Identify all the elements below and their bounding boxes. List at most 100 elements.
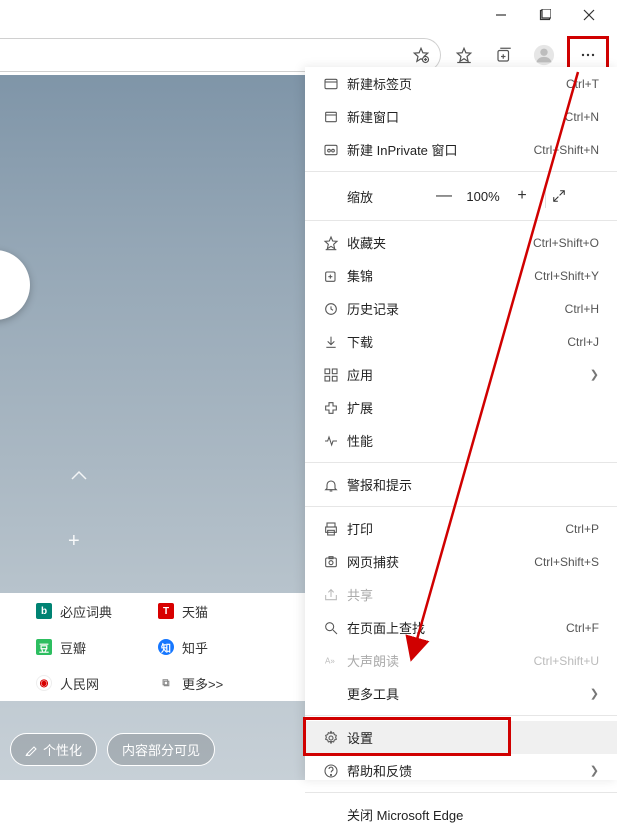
menu-item-help[interactable]: 帮助和反馈 ❯ — [305, 754, 617, 787]
menu-item-shortcut: Ctrl+Shift+O — [533, 236, 599, 250]
link-label: 更多>> — [182, 674, 223, 693]
menu-item-tab[interactable]: 新建标签页Ctrl+T — [305, 67, 617, 100]
zoom-in-button[interactable]: + — [505, 187, 539, 205]
menu-item-label: 打印 — [347, 519, 565, 538]
menu-item-item0[interactable]: 关闭 Microsoft Edge — [305, 798, 617, 831]
menu-separator — [305, 462, 617, 463]
menu-separator — [305, 220, 617, 221]
menu-item-shortcut: Ctrl+Shift+S — [534, 555, 599, 569]
menu-item-label: 大声朗读 — [347, 651, 534, 670]
zoom-control: 缩放 — 100% + — [305, 177, 617, 215]
personalize-button[interactable]: 个性化 — [10, 733, 97, 766]
share-icon — [323, 587, 347, 603]
capture-icon — [323, 554, 347, 570]
menu-item-apps[interactable]: 应用❯ — [305, 358, 617, 391]
ext-icon — [323, 400, 347, 416]
tab-icon — [323, 76, 347, 92]
pencil-icon — [25, 744, 37, 756]
quick-links-panel: b必应词典 T天猫 豆豆瓣 知知乎 ◉ 人民网 ⧉更多>> — [0, 593, 305, 701]
menu-item-gear[interactable]: 设置 — [305, 721, 617, 754]
close-button[interactable] — [579, 5, 599, 25]
link-zhihu[interactable]: 知知乎 — [152, 638, 208, 657]
link-douban[interactable]: 豆豆瓣 — [0, 638, 152, 657]
menu-item-label: 收藏夹 — [347, 233, 533, 252]
menu-item-shortcut: Ctrl+T — [566, 77, 599, 91]
menu-item-print[interactable]: 打印Ctrl+P — [305, 512, 617, 545]
print-icon — [323, 521, 347, 537]
help-icon — [323, 763, 347, 779]
renmin-icon: ◉ — [36, 675, 52, 691]
menu-item-label: 网页捕获 — [347, 552, 534, 571]
menu-item-history[interactable]: 历史记录Ctrl+H — [305, 292, 617, 325]
minimize-button[interactable] — [491, 5, 511, 25]
link-renmin[interactable]: ◉ 人民网 — [0, 674, 152, 693]
menu-item-shortcut: Ctrl+H — [565, 302, 599, 316]
link-more[interactable]: ⧉更多>> — [152, 674, 223, 693]
menu-item-shortcut: Ctrl+Shift+Y — [534, 269, 599, 283]
inprivate-icon — [323, 142, 347, 158]
maximize-button[interactable] — [535, 5, 555, 25]
zoom-out-button[interactable]: — — [427, 187, 461, 205]
fullscreen-button[interactable] — [552, 189, 580, 203]
menu-item-capture[interactable]: 网页捕获Ctrl+Shift+S — [305, 545, 617, 578]
find-icon — [323, 620, 347, 636]
menu-item-label: 警报和提示 — [347, 475, 599, 494]
circular-button[interactable] — [0, 250, 30, 320]
link-label: 人民网 — [60, 674, 99, 693]
menu-item-label: 新建窗口 — [347, 107, 565, 126]
link-tmall[interactable]: T天猫 — [152, 602, 208, 621]
more-menu-button[interactable] — [579, 46, 597, 64]
menu-item-ext[interactable]: 扩展 — [305, 391, 617, 424]
menu-item-label: 帮助和反馈 — [347, 761, 584, 780]
chevron-up-icon[interactable] — [70, 469, 88, 481]
menu-item-perf[interactable]: 性能 — [305, 424, 617, 457]
menu-item-shortcut: Ctrl+P — [565, 522, 599, 536]
menu-item-share: 共享 — [305, 578, 617, 611]
window-icon — [323, 109, 347, 125]
link-label: 豆瓣 — [60, 638, 86, 657]
zoom-percent: 100% — [461, 189, 505, 204]
menu-item-inprivate[interactable]: 新建 InPrivate 窗口Ctrl+Shift+N — [305, 133, 617, 166]
bell-icon — [323, 477, 347, 493]
menu-item-find[interactable]: 在页面上查找Ctrl+F — [305, 611, 617, 644]
bing-icon: b — [36, 603, 52, 619]
chevron-right-icon: ❯ — [590, 687, 599, 700]
menu-item-label: 共享 — [347, 585, 599, 604]
menu-item-label: 性能 — [347, 431, 599, 450]
visibility-button[interactable]: 内容部分可见 — [107, 733, 215, 766]
menu-item-download[interactable]: 下载Ctrl+J — [305, 325, 617, 358]
menu-item-collections[interactable]: 集锦Ctrl+Shift+Y — [305, 259, 617, 292]
menu-item-shortcut: Ctrl+F — [566, 621, 599, 635]
menu-item-label: 新建 InPrivate 窗口 — [347, 140, 534, 159]
pill-label: 内容部分可见 — [122, 740, 200, 759]
bottom-pill-bar: 个性化 内容部分可见 — [10, 733, 215, 766]
menu-item-label: 扩展 — [347, 398, 599, 417]
menu-item-label: 集锦 — [347, 266, 534, 285]
menu-item-window[interactable]: 新建窗口Ctrl+N — [305, 100, 617, 133]
menu-item-label: 应用 — [347, 365, 584, 384]
divider — [545, 184, 546, 208]
menu-item-label: 关闭 Microsoft Edge — [347, 805, 599, 824]
menu-separator — [305, 506, 617, 507]
menu-item-label: 在页面上查找 — [347, 618, 566, 637]
settings-and-more-menu: 新建标签页Ctrl+T新建窗口Ctrl+N新建 InPrivate 窗口Ctrl… — [305, 67, 617, 780]
douban-icon: 豆 — [36, 639, 52, 655]
menu-item-bell[interactable]: 警报和提示 — [305, 468, 617, 501]
menu-item-shortcut: Ctrl+J — [567, 335, 599, 349]
menu-item-label: 历史记录 — [347, 299, 565, 318]
plus-icon[interactable]: + — [68, 530, 80, 553]
collections-icon — [323, 268, 347, 284]
chevron-right-icon: ❯ — [590, 764, 599, 777]
menu-item-item5[interactable]: 更多工具 ❯ — [305, 677, 617, 710]
menu-item-shortcut: Ctrl+N — [565, 110, 599, 124]
menu-separator — [305, 171, 617, 172]
link-bing-dict[interactable]: b必应词典 — [0, 602, 152, 621]
menu-item-label: 设置 — [347, 728, 599, 747]
link-label: 知乎 — [182, 638, 208, 657]
menu-separator — [305, 792, 617, 793]
menu-item-star[interactable]: 收藏夹Ctrl+Shift+O — [305, 226, 617, 259]
menu-item-label: 更多工具 — [347, 684, 584, 703]
menu-separator — [305, 715, 617, 716]
history-icon — [323, 301, 347, 317]
favorite-add-icon[interactable] — [412, 46, 430, 64]
